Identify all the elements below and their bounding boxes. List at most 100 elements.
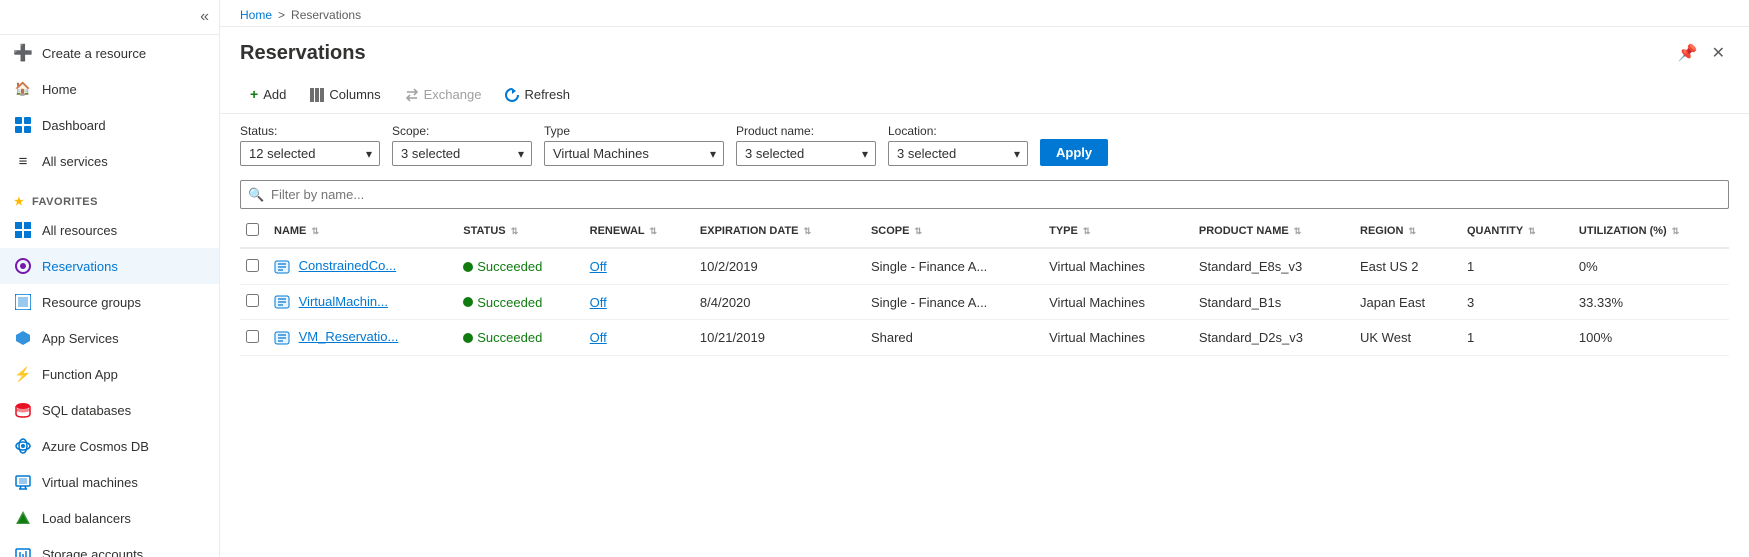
- page-action-buttons: 📌 ✕: [1674, 39, 1729, 67]
- type-filter-group: Type Virtual Machines: [544, 124, 724, 166]
- add-button[interactable]: + Add: [240, 81, 296, 107]
- cell-utilization: 100%: [1573, 320, 1729, 356]
- reservation-name-link[interactable]: ConstrainedCo...: [299, 258, 397, 273]
- sidebar-item-create-resource[interactable]: ➕ Create a resource: [0, 35, 219, 71]
- toolbar: + Add Columns Exchange Refresh: [220, 75, 1749, 114]
- sidebar-item-storage-accounts[interactable]: Storage accounts: [0, 536, 219, 557]
- col-quantity[interactable]: QUANTITY ⇅: [1461, 215, 1573, 248]
- sidebar-item-reservations[interactable]: Reservations: [0, 248, 219, 284]
- cell-expiration: 10/2/2019: [694, 248, 865, 284]
- sidebar-item-virtual-machines[interactable]: Virtual machines: [0, 464, 219, 500]
- pin-icon[interactable]: 📌: [1674, 39, 1702, 67]
- scope-filter-select[interactable]: 3 selected: [392, 141, 532, 166]
- reservation-icon: [274, 294, 290, 310]
- reservation-name-link[interactable]: VirtualMachin...: [299, 294, 388, 309]
- all-services-icon: ≡: [14, 152, 32, 170]
- cell-quantity: 1: [1461, 248, 1573, 284]
- refresh-button[interactable]: Refresh: [495, 81, 580, 107]
- cell-quantity: 3: [1461, 284, 1573, 320]
- status-filter-select[interactable]: 12 selected: [240, 141, 380, 166]
- row-checkbox[interactable]: [246, 330, 259, 343]
- storage-accounts-icon: [14, 545, 32, 557]
- status-filter-group: Status: 12 selected: [240, 124, 380, 166]
- cell-type: Virtual Machines: [1043, 284, 1193, 320]
- sidebar-item-all-resources[interactable]: All resources: [0, 212, 219, 248]
- load-balancers-icon: [14, 509, 32, 527]
- sidebar-collapse-button[interactable]: «: [0, 0, 219, 35]
- sort-icon-scope: ⇅: [915, 226, 923, 236]
- row-checkbox[interactable]: [246, 259, 259, 272]
- col-status[interactable]: STATUS ⇅: [457, 215, 583, 248]
- sidebar-item-app-services[interactable]: App Services: [0, 320, 219, 356]
- select-all-checkbox[interactable]: [246, 223, 259, 236]
- table-row: VM_Reservatio... Succeeded Off 10/21/201…: [240, 320, 1729, 356]
- status-badge: Succeeded: [463, 330, 577, 345]
- sidebar-item-label: Resource groups: [42, 295, 141, 310]
- row-checkbox[interactable]: [246, 294, 259, 307]
- breadcrumb-home[interactable]: Home: [240, 8, 272, 22]
- location-filter-label: Location:: [888, 124, 1028, 138]
- col-product[interactable]: PRODUCT NAME ⇅: [1193, 215, 1354, 248]
- reservations-icon: [14, 257, 32, 275]
- search-bar: 🔍: [220, 174, 1749, 215]
- col-name[interactable]: NAME ⇅: [268, 215, 457, 248]
- cell-status: Succeeded: [457, 248, 583, 284]
- cell-status: Succeeded: [457, 320, 583, 356]
- sidebar-item-function-app[interactable]: ⚡ Function App: [0, 356, 219, 392]
- app-services-icon: [14, 329, 32, 347]
- sidebar-item-load-balancers[interactable]: Load balancers: [0, 500, 219, 536]
- location-filter-select[interactable]: 3 selected: [888, 141, 1028, 166]
- select-all-checkbox-cell: [240, 215, 268, 248]
- row-checkbox-cell: [240, 284, 268, 320]
- table-row: ConstrainedCo... Succeeded Off 10/2/2019…: [240, 248, 1729, 284]
- renewal-link[interactable]: Off: [590, 259, 607, 274]
- col-renewal[interactable]: RENEWAL ⇅: [584, 215, 694, 248]
- sidebar-item-azure-cosmos-db[interactable]: Azure Cosmos DB: [0, 428, 219, 464]
- col-expiration[interactable]: EXPIRATION DATE ⇅: [694, 215, 865, 248]
- cell-product: Standard_E8s_v3: [1193, 248, 1354, 284]
- sort-icon-name: ⇅: [311, 226, 319, 236]
- col-type[interactable]: TYPE ⇅: [1043, 215, 1193, 248]
- sidebar-item-dashboard[interactable]: Dashboard: [0, 107, 219, 143]
- status-filter-label: Status:: [240, 124, 380, 138]
- status-badge: Succeeded: [463, 295, 577, 310]
- col-utilization[interactable]: UTILIZATION (%) ⇅: [1573, 215, 1729, 248]
- reservation-name-link[interactable]: VM_Reservatio...: [299, 329, 399, 344]
- product-filter-wrap: 3 selected: [736, 141, 876, 166]
- renewal-link[interactable]: Off: [590, 295, 607, 310]
- exchange-icon: [405, 86, 419, 102]
- cell-renewal: Off: [584, 248, 694, 284]
- sidebar-item-sql-databases[interactable]: SQL databases: [0, 392, 219, 428]
- sidebar-item-home[interactable]: 🏠 Home: [0, 71, 219, 107]
- sidebar-item-label: Storage accounts: [42, 547, 143, 557]
- col-region[interactable]: REGION ⇅: [1354, 215, 1461, 248]
- search-input[interactable]: [240, 180, 1729, 209]
- refresh-icon: [505, 86, 519, 102]
- location-filter-wrap: 3 selected: [888, 141, 1028, 166]
- cell-region: East US 2: [1354, 248, 1461, 284]
- dashboard-icon: [14, 116, 32, 134]
- collapse-icon[interactable]: «: [200, 8, 209, 26]
- cell-region: UK West: [1354, 320, 1461, 356]
- resource-groups-icon: [14, 293, 32, 311]
- sort-icon-status: ⇅: [511, 226, 519, 236]
- cell-scope: Shared: [865, 320, 1043, 356]
- status-dot-icon: [463, 297, 473, 307]
- type-filter-select[interactable]: Virtual Machines: [544, 141, 724, 166]
- col-scope[interactable]: SCOPE ⇅: [865, 215, 1043, 248]
- exchange-button[interactable]: Exchange: [395, 81, 492, 107]
- cell-quantity: 1: [1461, 320, 1573, 356]
- close-icon[interactable]: ✕: [1708, 39, 1729, 67]
- row-checkbox-cell: [240, 320, 268, 356]
- sort-icon-renewal: ⇅: [650, 226, 658, 236]
- cell-renewal: Off: [584, 284, 694, 320]
- breadcrumb-separator: >: [278, 8, 285, 22]
- renewal-link[interactable]: Off: [590, 330, 607, 345]
- product-filter-select[interactable]: 3 selected: [736, 141, 876, 166]
- apply-button[interactable]: Apply: [1040, 139, 1108, 166]
- reservation-icon: [274, 259, 290, 275]
- columns-button[interactable]: Columns: [300, 81, 390, 107]
- reservation-icon: [274, 330, 290, 346]
- sidebar-item-all-services[interactable]: ≡ All services: [0, 143, 219, 179]
- sidebar-item-resource-groups[interactable]: Resource groups: [0, 284, 219, 320]
